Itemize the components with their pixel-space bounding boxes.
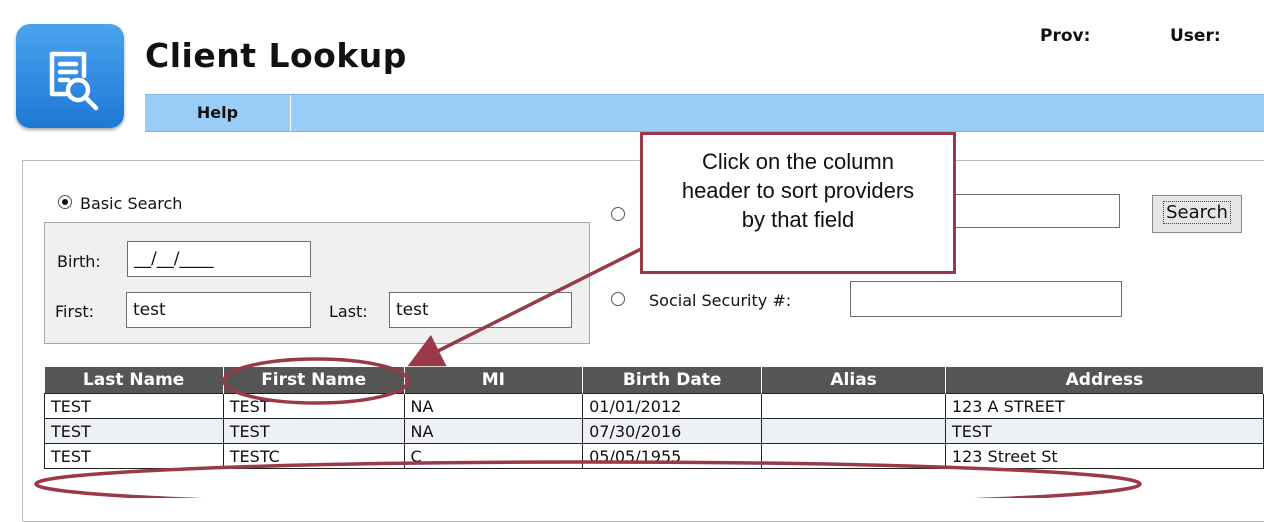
cell-mi: C [403, 443, 584, 469]
last-name-field[interactable]: test [389, 292, 572, 328]
cell-birth-date: 05/05/1955 [582, 443, 763, 469]
cell-address: 123 Street St [944, 443, 1264, 469]
birth-date-field[interactable]: __/__/____ [127, 241, 311, 277]
option-radio[interactable] [611, 207, 625, 221]
column-header-alias[interactable]: Alias [761, 367, 946, 394]
ssn-field[interactable] [850, 281, 1122, 317]
basic-search-label: Basic Search [80, 194, 183, 213]
cell-alias [761, 418, 946, 444]
callout-line-3: by that field [741, 207, 855, 232]
cell-last-name: TEST [44, 393, 224, 419]
user-label: User: [1170, 26, 1221, 46]
cell-birth-date: 07/30/2016 [582, 418, 763, 444]
search-button-label: Search [1163, 201, 1231, 224]
cell-alias [761, 393, 946, 419]
basic-search-radio[interactable] [58, 195, 72, 209]
search-button[interactable]: Search [1152, 195, 1242, 233]
ssn-radio[interactable] [611, 292, 625, 306]
table-row[interactable]: TEST TEST NA 01/01/2012 123 A STREET [44, 393, 1264, 419]
last-label: Last: [329, 302, 368, 321]
cell-first-name: TEST [222, 418, 405, 444]
column-header-birth-date[interactable]: Birth Date [582, 367, 763, 394]
column-header-address[interactable]: Address [945, 367, 1264, 394]
cell-birth-date: 01/01/2012 [582, 393, 763, 419]
results-table: Last Name First Name MI Birth Date Alias… [44, 367, 1264, 469]
callout-box: Click on the column header to sort provi… [640, 132, 956, 274]
table-row[interactable]: TEST TEST NA 07/30/2016 TEST [44, 418, 1264, 444]
menu-help[interactable]: Help [145, 95, 291, 131]
column-header-first-name[interactable]: First Name [223, 367, 405, 394]
ssn-label: Social Security #: [649, 291, 792, 310]
page-title: Client Lookup [145, 36, 407, 75]
menu-bar: Help [145, 94, 1264, 132]
cell-address: TEST [944, 418, 1264, 444]
cell-alias [761, 443, 946, 469]
cell-last-name: TEST [44, 418, 224, 444]
first-name-field[interactable]: test [126, 292, 311, 328]
cell-last-name: TEST [44, 443, 224, 469]
provider-label: Prov: [1040, 26, 1091, 46]
header-row: Last Name First Name MI Birth Date Alias… [44, 367, 1264, 394]
first-label: First: [55, 302, 95, 321]
column-header-mi[interactable]: MI [404, 367, 584, 394]
column-header-last-name[interactable]: Last Name [44, 367, 224, 394]
cell-mi: NA [403, 418, 584, 444]
cell-mi: NA [403, 393, 584, 419]
cell-first-name: TESTC [222, 443, 405, 469]
cell-first-name: TEST [222, 393, 405, 419]
callout-line-2: header to sort providers [681, 178, 915, 203]
callout-line-1: Click on the column [702, 149, 894, 174]
document-search-icon [49, 51, 99, 111]
cell-address: 123 A STREET [944, 393, 1264, 419]
table-row[interactable]: TEST TESTC C 05/05/1955 123 Street St [44, 443, 1264, 469]
birth-label: Birth: [57, 252, 101, 271]
app-icon [16, 24, 124, 128]
